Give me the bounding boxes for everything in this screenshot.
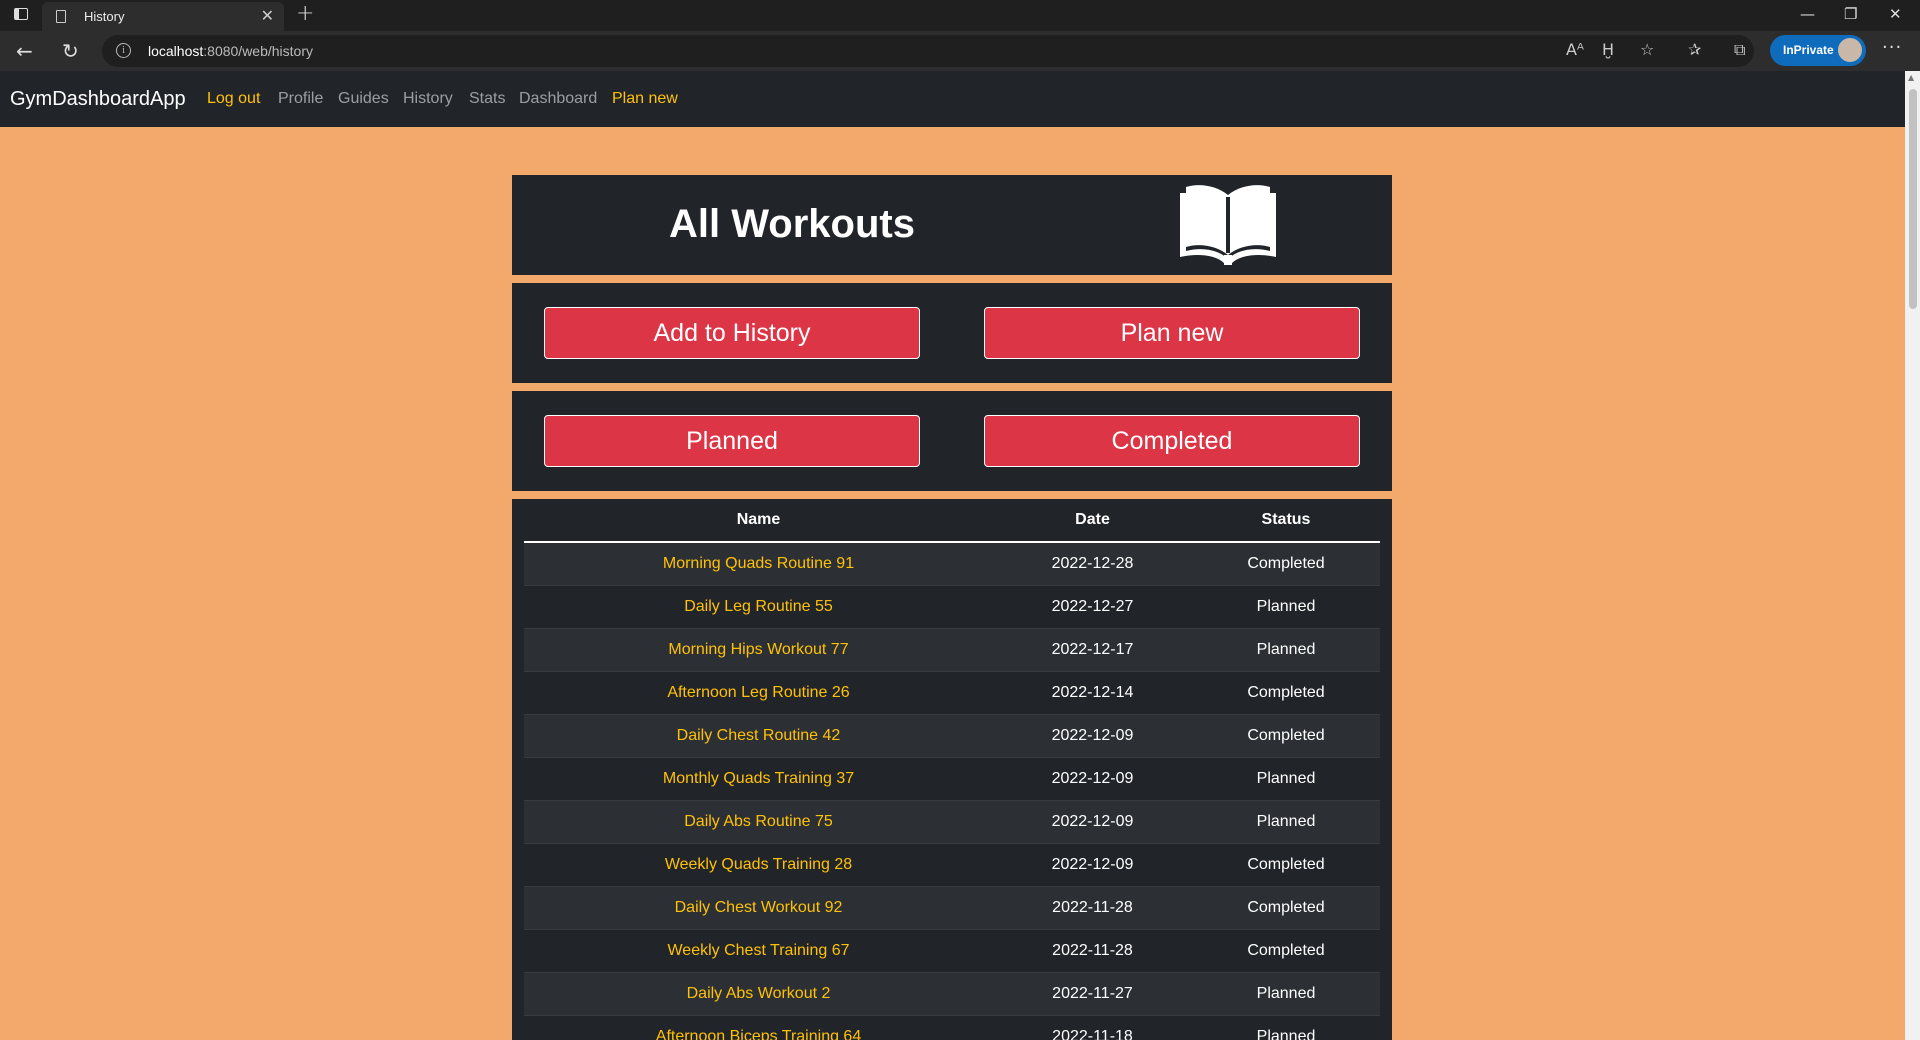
nav-stats[interactable]: Stats xyxy=(469,90,505,108)
workout-name-link[interactable]: Monthly Quads Training 37 xyxy=(524,757,993,801)
workout-status: Completed xyxy=(1192,843,1380,887)
page-title: All Workouts xyxy=(669,202,915,246)
header-panel: All Workouts xyxy=(512,175,1392,275)
site-info-icon[interactable]: i xyxy=(116,43,131,58)
favorites-icon[interactable]: ✰ xyxy=(1688,40,1701,59)
book-icon xyxy=(1180,185,1276,265)
scroll-up-icon[interactable]: ▲ xyxy=(1908,73,1914,82)
column-header-name[interactable]: Name xyxy=(524,499,993,543)
minimize-icon[interactable]: — xyxy=(1800,5,1815,23)
workout-date: 2022-12-17 xyxy=(993,628,1192,672)
scrollbar-thumb[interactable] xyxy=(1909,89,1917,309)
url-field[interactable]: i localhost:8080/web/history xyxy=(102,35,1754,67)
workouts-table-panel: Name Date Status Morning Quads Routine 9… xyxy=(512,499,1392,1040)
completed-filter-button[interactable]: Completed xyxy=(984,415,1360,467)
workout-date: 2022-12-27 xyxy=(993,585,1192,629)
workout-name-link[interactable]: Morning Hips Workout 77 xyxy=(524,628,993,672)
workout-date: 2022-12-09 xyxy=(993,714,1192,758)
nav-history[interactable]: History xyxy=(403,90,453,108)
workout-status: Planned xyxy=(1192,757,1380,801)
workout-date: 2022-11-28 xyxy=(993,929,1192,973)
workout-name-link[interactable]: Weekly Chest Training 67 xyxy=(524,929,993,973)
workout-name-link[interactable]: Afternoon Leg Routine 26 xyxy=(524,671,993,715)
table-row: Morning Hips Workout 77 2022-12-17 Planned xyxy=(524,628,1380,672)
workout-name-link[interactable]: Daily Chest Workout 92 xyxy=(524,886,993,930)
nav-dashboard[interactable]: Dashboard xyxy=(519,90,597,108)
translate-icon[interactable]: Ḫ xyxy=(1602,40,1614,59)
table-row: Morning Quads Routine 91 2022-12-28 Comple… xyxy=(524,541,1380,586)
restore-icon[interactable]: ❐ xyxy=(1844,5,1857,23)
planned-filter-button[interactable]: Planned xyxy=(544,415,920,467)
table-row: Weekly Quads Training 28 2022-12-09 Comple… xyxy=(524,843,1380,887)
workout-status: Completed xyxy=(1192,541,1380,586)
add-to-history-button[interactable]: Add to History xyxy=(544,307,920,359)
table-header-row: Name Date Status xyxy=(524,499,1380,543)
tab-title: History xyxy=(84,9,125,24)
add-favorite-icon[interactable]: ☆ xyxy=(1640,40,1654,59)
workout-status: Planned xyxy=(1192,585,1380,629)
action-panel: Add to History Plan new xyxy=(512,283,1392,383)
workout-status: Planned xyxy=(1192,972,1380,1016)
workout-status: Planned xyxy=(1192,800,1380,844)
workout-status: Planned xyxy=(1192,1015,1380,1040)
workout-status: Completed xyxy=(1192,714,1380,758)
page-scrollbar[interactable]: ▲ xyxy=(1905,71,1920,1040)
table-row: Daily Leg Routine 55 2022-12-27 Planned xyxy=(524,585,1380,629)
workout-date: 2022-12-09 xyxy=(993,800,1192,844)
workout-date: 2022-12-09 xyxy=(993,843,1192,887)
table-row: Daily Chest Workout 92 2022-11-28 Complete… xyxy=(524,886,1380,930)
close-window-icon[interactable]: ✕ xyxy=(1889,5,1902,23)
workouts-table: Name Date Status Morning Quads Routine 9… xyxy=(524,499,1380,1040)
browser-address-bar: ← ↻ i localhost:8080/web/history Aᴬ Ḫ ☆ … xyxy=(0,31,1920,71)
url-text: localhost:8080/web/history xyxy=(148,43,313,59)
workout-name-link[interactable]: Morning Quads Routine 91 xyxy=(524,541,993,586)
nav-plan-new[interactable]: Plan new xyxy=(612,90,678,108)
table-row: Afternoon Leg Routine 26 2022-12-14 Comple… xyxy=(524,671,1380,715)
nav-logout[interactable]: Log out xyxy=(207,90,260,108)
browser-tab[interactable]: History ✕ xyxy=(42,2,284,31)
workout-date: 2022-12-14 xyxy=(993,671,1192,715)
new-tab-icon[interactable]: + xyxy=(296,1,314,26)
workout-date: 2022-12-09 xyxy=(993,757,1192,801)
close-tab-icon[interactable]: ✕ xyxy=(261,6,274,25)
page-icon xyxy=(56,10,66,23)
workout-date: 2022-11-27 xyxy=(993,972,1192,1016)
filter-panel: Planned Completed xyxy=(512,391,1392,491)
read-aloud-icon[interactable]: Aᴬ xyxy=(1566,40,1584,59)
workout-status: Completed xyxy=(1192,929,1380,973)
workout-date: 2022-11-18 xyxy=(993,1015,1192,1040)
plan-new-button[interactable]: Plan new xyxy=(984,307,1360,359)
nav-profile[interactable]: Profile xyxy=(278,90,323,108)
app-navbar: GymDashboardApp Log out Profile Guides H… xyxy=(0,71,1905,127)
workout-status: Completed xyxy=(1192,886,1380,930)
table-row: Daily Chest Routine 42 2022-12-09 Complete… xyxy=(524,714,1380,758)
workout-name-link[interactable]: Daily Leg Routine 55 xyxy=(524,585,993,629)
back-icon[interactable]: ← xyxy=(16,39,33,63)
inprivate-badge[interactable]: InPrivate xyxy=(1770,35,1866,66)
reload-icon[interactable]: ↻ xyxy=(62,39,79,63)
nav-guides[interactable]: Guides xyxy=(338,90,389,108)
workout-status: Planned xyxy=(1192,628,1380,672)
workout-date: 2022-12-28 xyxy=(993,541,1192,586)
table-row: Afternoon Biceps Training 64 2022-11-18 Pl… xyxy=(524,1015,1380,1040)
browser-tab-bar: History ✕ + — ❐ ✕ xyxy=(0,0,1920,31)
workout-name-link[interactable]: Weekly Quads Training 28 xyxy=(524,843,993,887)
workout-status: Completed xyxy=(1192,671,1380,715)
brand-logo[interactable]: GymDashboardApp xyxy=(10,88,186,111)
more-menu-icon[interactable]: ··· xyxy=(1882,37,1902,58)
column-header-status[interactable]: Status xyxy=(1192,499,1380,543)
workout-name-link[interactable]: Daily Abs Routine 75 xyxy=(524,800,993,844)
table-row: Daily Abs Workout 2 2022-11-27 Planned xyxy=(524,972,1380,1016)
workout-name-link[interactable]: Daily Chest Routine 42 xyxy=(524,714,993,758)
table-row: Weekly Chest Training 67 2022-11-28 Comple… xyxy=(524,929,1380,973)
table-row: Monthly Quads Training 37 2022-12-09 Plann… xyxy=(524,757,1380,801)
workout-date: 2022-11-28 xyxy=(993,886,1192,930)
avatar xyxy=(1838,38,1862,62)
tab-actions-icon[interactable] xyxy=(14,8,28,20)
workout-name-link[interactable]: Afternoon Biceps Training 64 xyxy=(524,1015,993,1040)
table-row: Daily Abs Routine 75 2022-12-09 Planned xyxy=(524,800,1380,844)
collections-icon[interactable]: ⧉ xyxy=(1734,40,1745,60)
column-header-date[interactable]: Date xyxy=(993,499,1192,543)
workout-name-link[interactable]: Daily Abs Workout 2 xyxy=(524,972,993,1016)
